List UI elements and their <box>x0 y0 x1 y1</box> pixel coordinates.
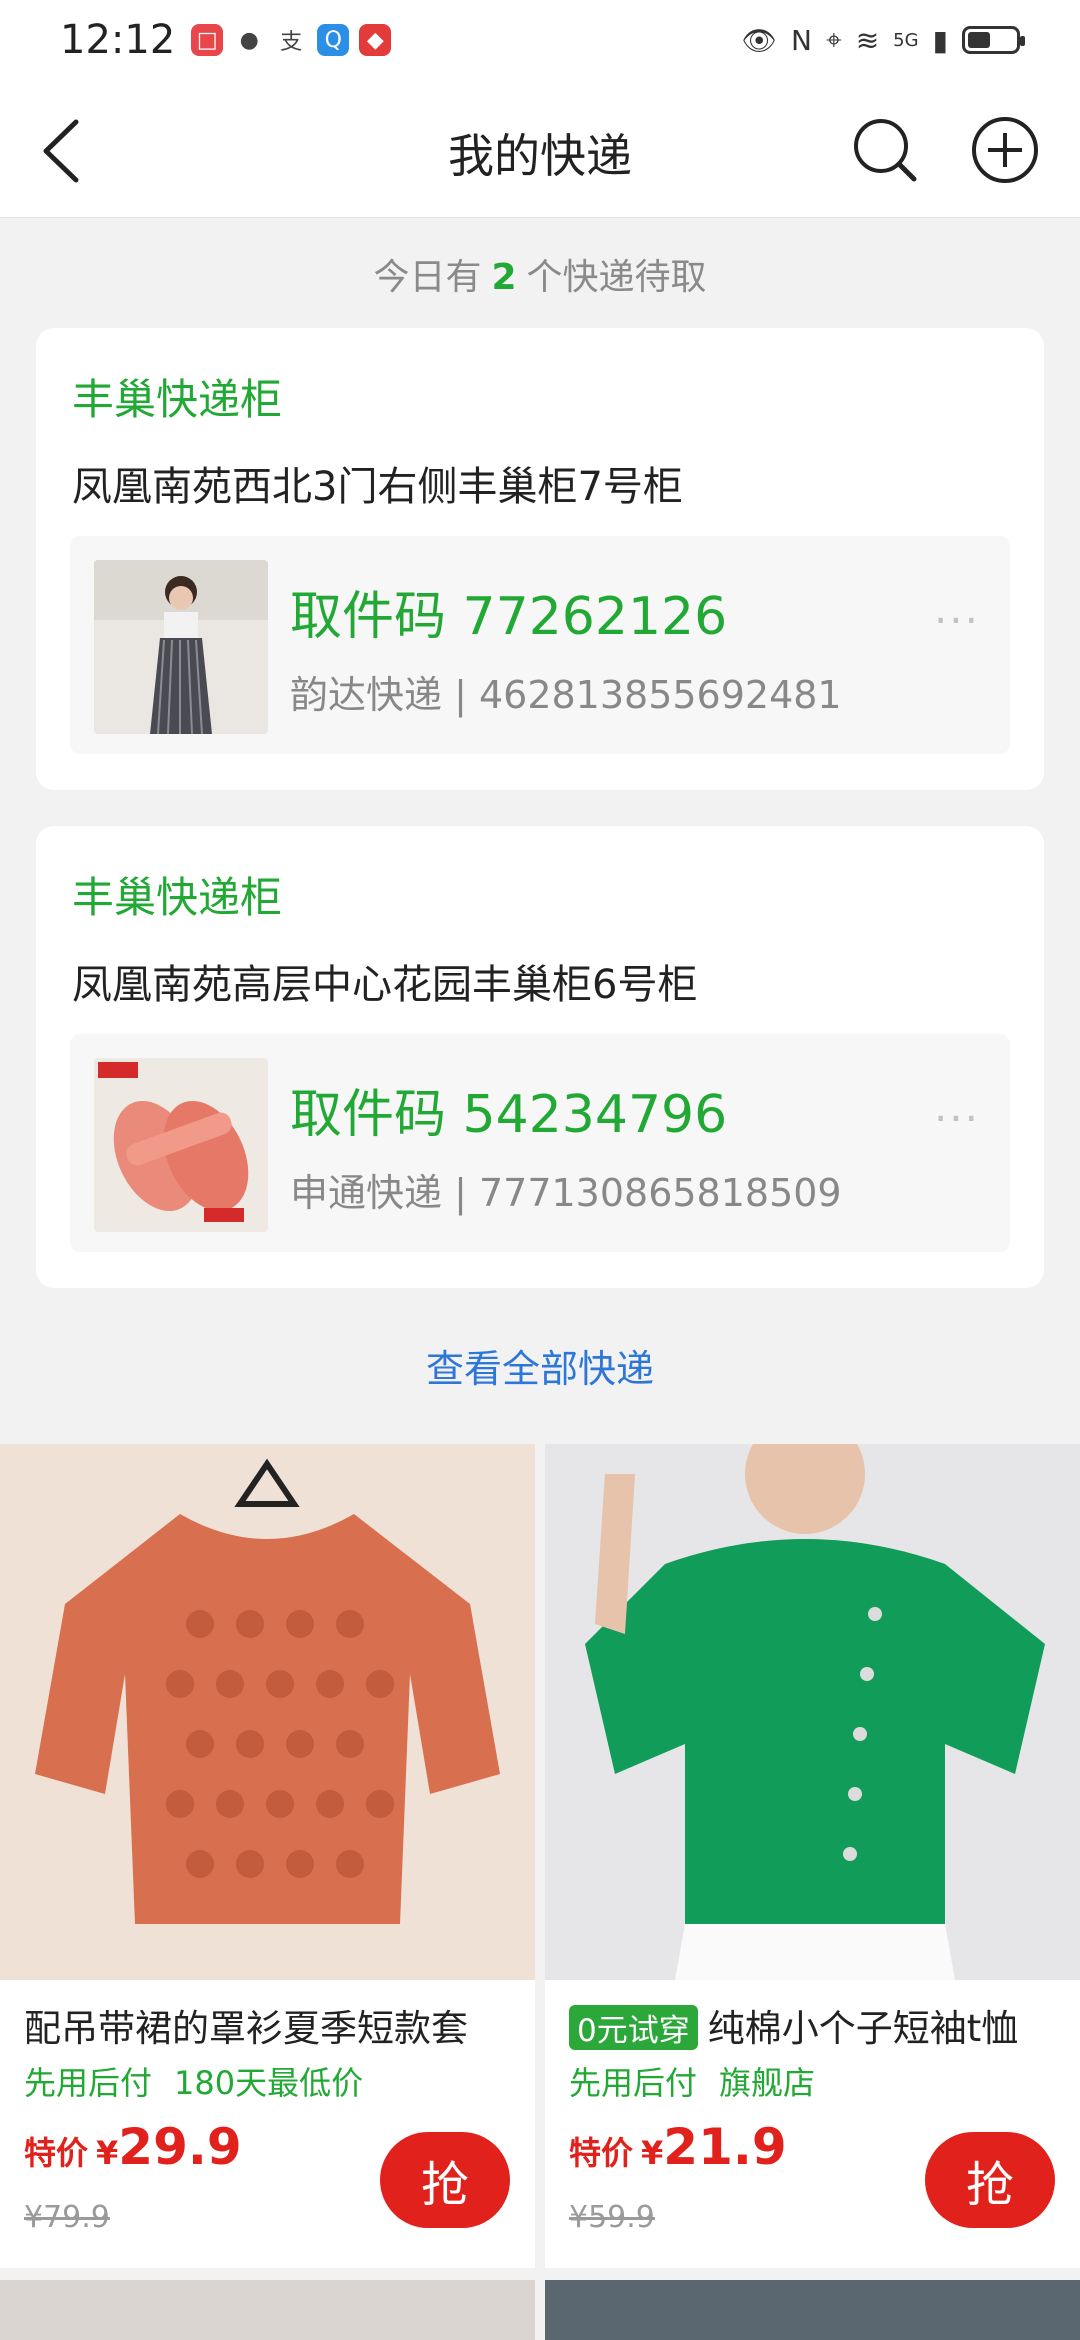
product-title-text: 纯棉小个子短袖t恤 <box>707 2007 1019 2050</box>
locker-type: 丰巢快递柜 <box>72 873 283 922</box>
package-info[interactable]: 取件码 54234796 申通快递 | 777130865818509 ··· <box>70 1034 1010 1252</box>
package-info[interactable]: 取件码 77262126 韵达快递 | 462813855692481 ··· <box>70 536 1010 754</box>
search-icon[interactable] <box>850 115 920 185</box>
next-product-image <box>0 2280 535 2340</box>
battery-icon <box>962 26 1025 54</box>
benefit-tag: 旗舰店 <box>719 2064 816 2102</box>
shopping-app-icon: ◆ <box>359 24 392 56</box>
grab-button[interactable]: 抢 <box>380 2132 510 2228</box>
more-options-icon[interactable]: ··· <box>934 596 980 645</box>
currency-symbol: ¥ <box>96 2134 119 2172</box>
product-price: 特价 ¥29.9 <box>24 2118 242 2176</box>
notification-icons: □ ● 支 Q ◆ <box>191 24 392 56</box>
product-image <box>545 1444 1080 1980</box>
benefit-tag: 180天最低价 <box>174 2064 364 2102</box>
grab-button[interactable]: 抢 <box>925 2132 1055 2228</box>
parcel-card[interactable]: 丰巢快递柜 凤凰南苑高层中心花园丰巢柜6号柜 取件码 54234796 申通快递… <box>36 826 1044 1288</box>
product-card[interactable]: 配吊带裙的罩衫夏季短款套 先用后付 180天最低价 特价 ¥29.9 ¥79.9 抢 <box>0 1444 535 2268</box>
location-icon: ⌖ <box>825 23 842 56</box>
product-title: 0元试穿 纯棉小个子短袖t恤 <box>569 1998 1069 2052</box>
summary-suffix: 个快递待取 <box>526 257 707 298</box>
product-price: 特价 ¥21.9 <box>569 2118 787 2176</box>
view-all-parcels-link[interactable]: 查看全部快递 <box>0 1338 1080 1393</box>
product-title: 配吊带裙的罩衫夏季短款套 <box>24 1998 524 2052</box>
benefit-tag: 先用后付 <box>569 2064 698 2102</box>
pickup-code: 取件码 77262126 <box>290 587 728 647</box>
package-thumbnail <box>94 560 268 734</box>
price-value: 29.9 <box>118 2118 242 2176</box>
navigation-bar: 我的快递 <box>0 80 1080 218</box>
locker-type: 丰巢快递柜 <box>72 375 283 424</box>
wifi-icon: ≋ <box>855 23 880 57</box>
locker-location: 凤凰南苑高层中心花园丰巢柜6号柜 <box>72 962 698 1008</box>
package-thumbnail <box>94 1058 268 1232</box>
carrier-tracking: 申通快递 | 777130865818509 <box>290 1171 842 1215</box>
free-trial-badge: 0元试穿 <box>569 2005 698 2050</box>
product-benefits: 先用后付 旗舰店 <box>569 2058 815 2104</box>
carrier-tracking: 韵达快递 | 462813855692481 <box>290 673 842 717</box>
alipay-icon: 支 <box>275 24 308 56</box>
locker-location: 凤凰南苑西北3门右侧丰巢柜7号柜 <box>72 464 683 510</box>
original-price: ¥59.9 <box>569 2200 655 2235</box>
product-image <box>0 1444 535 1980</box>
price-label: 特价 <box>569 2134 634 2172</box>
message-icon: ● <box>233 24 266 56</box>
network-label: 5G <box>893 29 919 51</box>
add-icon[interactable] <box>970 115 1040 185</box>
product-title-text: 配吊带裙的罩衫夏季短款套 <box>24 2007 468 2050</box>
eye-icon: 👁 <box>741 23 777 57</box>
status-time: 12:12 <box>60 17 176 63</box>
next-product-image <box>545 2280 1080 2340</box>
currency-symbol: ¥ <box>641 2134 664 2172</box>
original-price: ¥79.9 <box>24 2200 110 2235</box>
pending-summary: 今日有 2 个快递待取 <box>0 248 1080 300</box>
more-options-icon[interactable]: ··· <box>934 1094 980 1143</box>
signal-icon: ▮ <box>932 23 948 57</box>
pending-count: 2 <box>491 257 517 298</box>
nfc-icon: N <box>790 23 812 57</box>
benefit-tag: 先用后付 <box>24 2064 153 2102</box>
parcel-card[interactable]: 丰巢快递柜 凤凰南苑西北3门右侧丰巢柜7号柜 取件码 77262126 韵达快递… <box>36 328 1044 790</box>
status-bar: 12:12 □ ● 支 Q ◆ 👁 N ⌖ ≋ 5G ▮ <box>0 0 1080 80</box>
price-label: 特价 <box>24 2134 89 2172</box>
price-value: 21.9 <box>663 2118 787 2176</box>
app-notification-icon: □ <box>191 24 224 56</box>
search-app-icon: Q <box>317 24 350 56</box>
product-card[interactable]: 0元试穿 纯棉小个子短袖t恤 先用后付 旗舰店 特价 ¥21.9 ¥59.9 抢 <box>545 1444 1080 2268</box>
system-icons: 👁 N ⌖ ≋ 5G ▮ <box>741 23 1025 57</box>
summary-prefix: 今日有 <box>373 257 482 298</box>
product-benefits: 先用后付 180天最低价 <box>24 2058 363 2104</box>
pickup-code: 取件码 54234796 <box>290 1085 728 1145</box>
